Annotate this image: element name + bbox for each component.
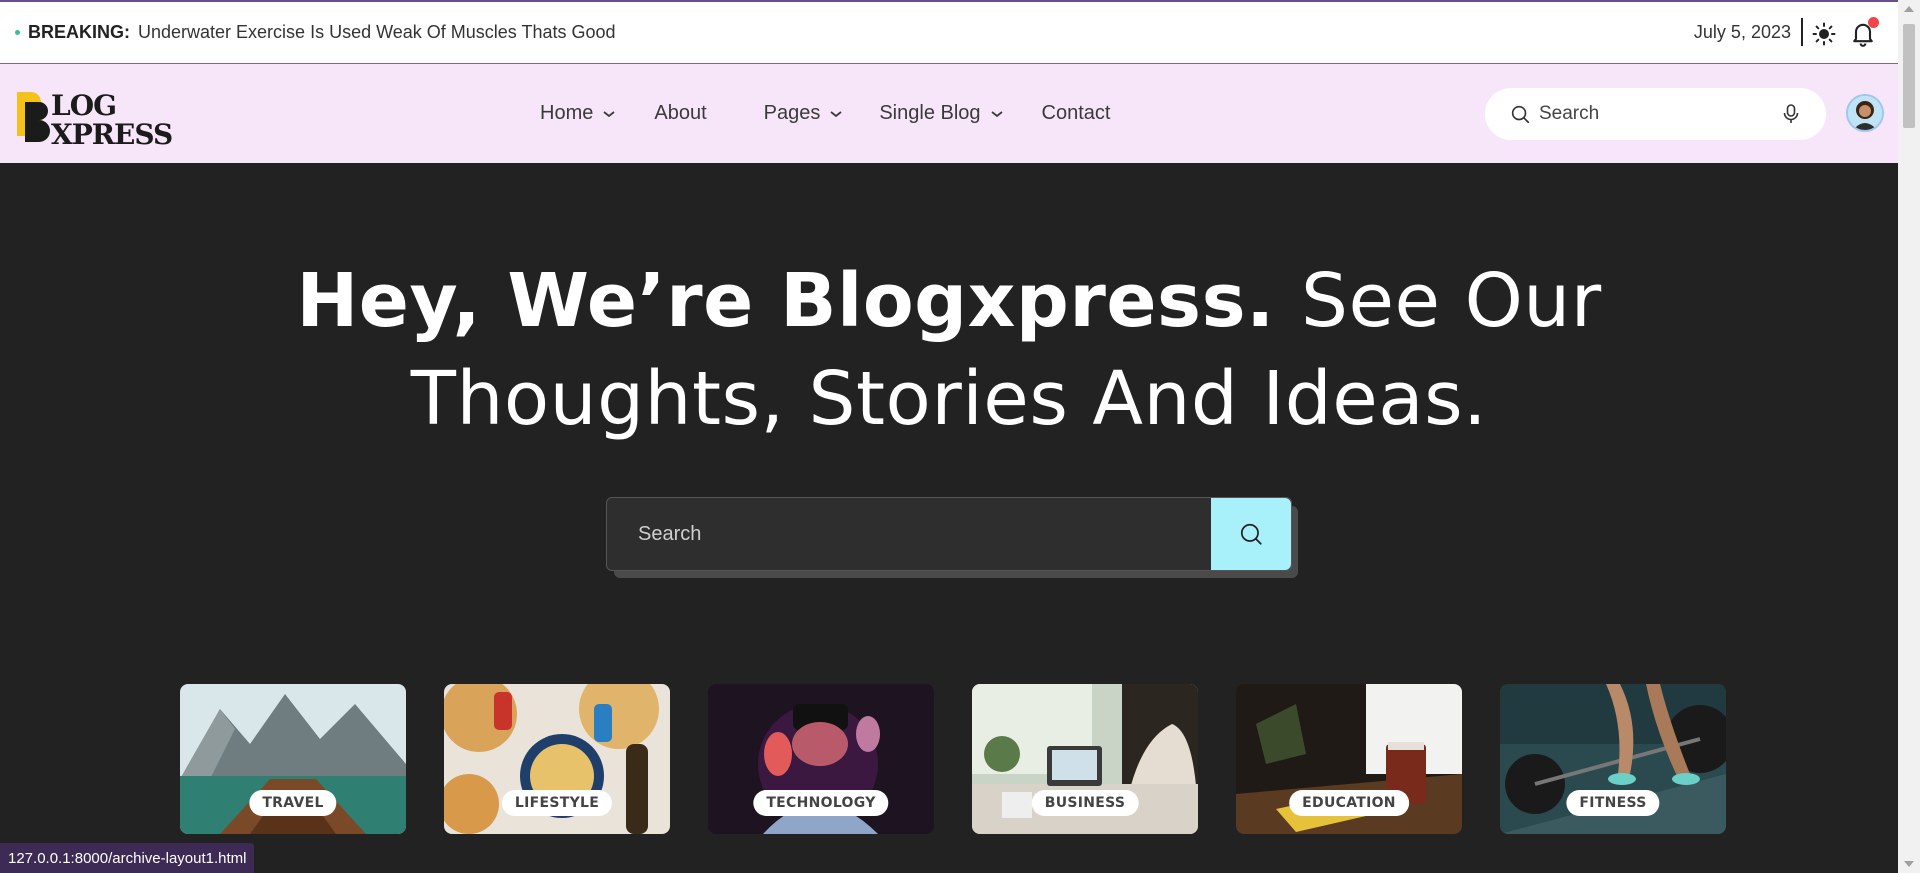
- search-icon: [1240, 523, 1262, 545]
- category-card-lifestyle[interactable]: LIFESTYLE: [444, 684, 670, 834]
- nav-single-blog-label: Single Blog: [879, 102, 981, 124]
- nav-pages-label: Pages: [763, 102, 821, 124]
- hero-title: Hey, We’re Blogxpress. See Our Thoughts,…: [0, 252, 1898, 448]
- category-card-travel[interactable]: TRAVEL: [180, 684, 406, 834]
- nav-about-label: About: [654, 102, 707, 124]
- nav-home-label: Home: [540, 102, 594, 124]
- category-card-education[interactable]: EDUCATION: [1236, 684, 1462, 834]
- hero-title-light-1: See Our: [1301, 258, 1602, 344]
- divider: [1801, 18, 1803, 46]
- category-label: BUSINESS: [1031, 790, 1139, 816]
- category-label: TECHNOLOGY: [753, 790, 889, 816]
- search-icon: [1511, 105, 1530, 124]
- nav-home[interactable]: Home: [540, 102, 616, 125]
- category-card-technology[interactable]: TECHNOLOGY: [708, 684, 934, 834]
- category-label: FITNESS: [1566, 790, 1660, 816]
- chevron-down-icon: [830, 110, 842, 117]
- link-status-bar: 127.0.0.1:8000/archive-layout1.html: [0, 843, 255, 873]
- user-avatar[interactable]: [1846, 94, 1884, 132]
- category-label: LIFESTYLE: [501, 790, 613, 816]
- chevron-down-icon: [603, 110, 615, 117]
- nav-about[interactable]: About: [654, 102, 706, 125]
- category-label: EDUCATION: [1289, 790, 1409, 816]
- hero-search-box: [606, 497, 1292, 571]
- hero-title-bold: Hey, We’re Blogxpress.: [296, 258, 1275, 344]
- page-scrollbar[interactable]: [1898, 0, 1920, 873]
- breaking-headline-link[interactable]: Underwater Exercise Is Used Weak Of Musc…: [138, 22, 616, 43]
- microphone-icon[interactable]: [1781, 103, 1801, 125]
- main-nav: Home About Pages Single Blog Contact: [540, 64, 1110, 163]
- scroll-down-arrow-icon[interactable]: [1904, 861, 1914, 867]
- svg-text:XPRESS: XPRESS: [51, 118, 172, 148]
- hero-search-input[interactable]: [607, 498, 1211, 570]
- header-search-input[interactable]: [1539, 103, 1769, 125]
- notification-badge: [1868, 17, 1879, 28]
- nav-contact[interactable]: Contact: [1042, 102, 1111, 125]
- hero-search: [606, 497, 1298, 578]
- nav-single-blog[interactable]: Single Blog: [879, 102, 1003, 125]
- breaking-label: BREAKING:: [28, 22, 130, 42]
- live-dot-icon: [15, 30, 20, 35]
- header-search: [1485, 88, 1826, 140]
- hero-title-light-2: Thoughts, Stories And Ideas.: [410, 356, 1488, 442]
- scroll-up-arrow-icon[interactable]: [1904, 6, 1914, 12]
- nav-pages[interactable]: Pages: [764, 102, 844, 125]
- current-date: July 5, 2023: [1693, 22, 1791, 42]
- category-label: TRAVEL: [249, 790, 337, 816]
- hero-search-button[interactable]: [1211, 498, 1291, 570]
- category-card-fitness[interactable]: FITNESS: [1500, 684, 1726, 834]
- category-list: TRAVEL LIFESTYLE TECHNOLOGY BUSINESS EDU…: [180, 684, 1726, 834]
- site-logo[interactable]: LOG XPRESS: [15, 88, 180, 148]
- category-card-business[interactable]: BUSINESS: [972, 684, 1198, 834]
- nav-contact-label: Contact: [1041, 102, 1111, 124]
- site-header: LOG XPRESS Home About Pages Single Blog …: [0, 64, 1898, 163]
- breaking-news-bar: BREAKING: Underwater Exercise Is Used We…: [0, 0, 1898, 64]
- scroll-thumb[interactable]: [1903, 24, 1915, 128]
- chevron-down-icon: [990, 110, 1003, 117]
- sun-icon[interactable]: [1812, 22, 1836, 46]
